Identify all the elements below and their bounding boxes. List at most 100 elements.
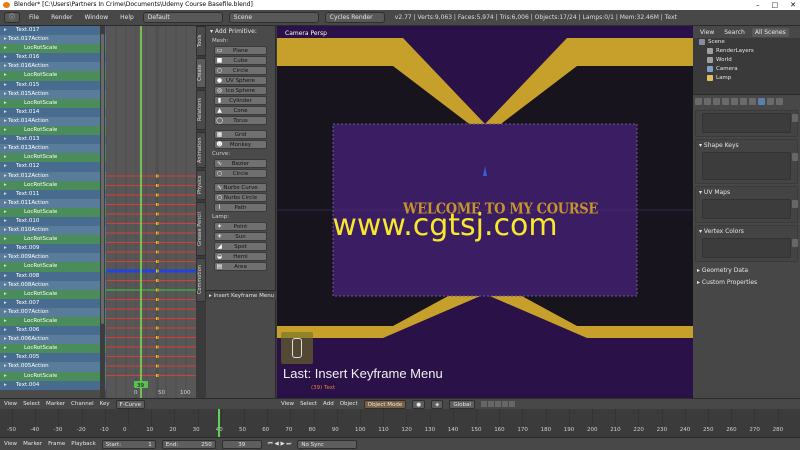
- scene-tab-icon[interactable]: [713, 98, 720, 105]
- timeline[interactable]: -50-40-30-20-100102030405060708090100110…: [0, 409, 800, 437]
- data-tab-icon[interactable]: [758, 98, 765, 105]
- uv-maps-list[interactable]: [702, 199, 798, 219]
- channel-action-row[interactable]: ▸Text.006Action🔒︎: [0, 335, 106, 345]
- outliner-item-scene[interactable]: Scene: [693, 38, 800, 47]
- add-bezier-button[interactable]: ∿ Bezier: [214, 159, 267, 168]
- channel-group-row[interactable]: ▸LocRotScale🔒︎: [0, 71, 106, 81]
- expand-icon[interactable]: ▸: [4, 108, 7, 117]
- tool-tab-commotion[interactable]: Commotion: [196, 258, 206, 302]
- tl-menu-frame[interactable]: Frame: [48, 441, 65, 447]
- channel-object-row[interactable]: ▸Text.014🔒︎: [0, 107, 106, 117]
- constraints-tab-icon[interactable]: [740, 98, 747, 105]
- expand-icon[interactable]: ▸: [4, 208, 7, 217]
- tool-tab-grease-pencil[interactable]: Grease Pencil: [196, 202, 206, 256]
- shape-keys-title[interactable]: ▾ Shape Keys: [696, 140, 797, 150]
- timeline-playhead[interactable]: [218, 409, 221, 437]
- geometry-data-panel[interactable]: ▸ Geometry Data: [693, 264, 800, 276]
- ds-menu-select[interactable]: Select: [23, 401, 40, 407]
- vertex-colors-list[interactable]: [702, 238, 798, 258]
- channel-object-row[interactable]: ▸Text.007🔒︎: [0, 298, 106, 308]
- add-nurbs-circle-button[interactable]: ○ Nurbs Circle: [214, 193, 267, 202]
- expand-icon[interactable]: ▸: [4, 117, 7, 126]
- add-area-button[interactable]: ▤ Area: [214, 262, 267, 271]
- channel-group-row[interactable]: ▸LocRotScale🔒︎: [0, 317, 106, 327]
- ds-menu-marker[interactable]: Marker: [46, 401, 65, 407]
- add-uv-sphere-button[interactable]: ● UV Sphere: [214, 76, 267, 85]
- scene-selector[interactable]: Scene: [228, 12, 319, 23]
- add-grid-button[interactable]: ▦ Grid: [214, 130, 267, 139]
- channel-group-row[interactable]: ▸LocRotScale🔒︎: [0, 207, 106, 217]
- channel-object-row[interactable]: ▸Text.004🔒︎: [0, 380, 106, 390]
- uv-maps-title[interactable]: ▾ UV Maps: [696, 187, 797, 197]
- add-sun-button[interactable]: ☀ Sun: [214, 232, 267, 241]
- texture-tab-icon[interactable]: [776, 98, 783, 105]
- expand-icon[interactable]: ▸: [4, 44, 7, 53]
- expand-icon[interactable]: ▸: [4, 144, 7, 153]
- channel-action-row[interactable]: ▸Text.015Action🔒︎: [0, 89, 106, 99]
- channel-group-row[interactable]: ▸LocRotScale🔒︎: [0, 344, 106, 354]
- outliner-item-world[interactable]: World: [693, 56, 800, 65]
- start-frame-field[interactable]: Start: 1: [101, 439, 156, 449]
- add-monkey-button[interactable]: ☻ Monkey: [214, 140, 267, 149]
- ds-menu-view[interactable]: View: [4, 401, 17, 407]
- vertex-groups-list[interactable]: [702, 113, 798, 133]
- expand-icon[interactable]: ▸: [4, 199, 7, 208]
- vp-menu-object[interactable]: Object: [340, 401, 358, 407]
- add-primitive-title[interactable]: ▾ Add Primitive:: [206, 26, 275, 37]
- expand-icon[interactable]: ▸: [4, 290, 7, 299]
- render-tab-icon[interactable]: [695, 98, 702, 105]
- add-point-button[interactable]: ✶ Point: [214, 222, 267, 231]
- channel-group-row[interactable]: ▸LocRotScale🔒︎: [0, 98, 106, 108]
- expand-icon[interactable]: ▸: [4, 226, 7, 235]
- expand-icon[interactable]: ▸: [4, 353, 7, 362]
- outliner-tab-search[interactable]: Search: [721, 28, 748, 37]
- add-hemi-button[interactable]: ◒ Hemi: [214, 252, 267, 261]
- outliner-tab-all-scenes[interactable]: All Scenes: [751, 27, 789, 37]
- channel-action-row[interactable]: ▸Text.005Action🔒︎: [0, 362, 106, 372]
- channel-group-row[interactable]: ▸LocRotScale🔒︎: [0, 262, 106, 272]
- tool-tab-physics[interactable]: Physics: [196, 170, 206, 200]
- outliner-item-camera[interactable]: Camera: [693, 65, 800, 74]
- add-cube-button[interactable]: ■ Cube: [214, 56, 267, 65]
- expand-icon[interactable]: ▸: [4, 99, 7, 108]
- sync-selector[interactable]: No Sync: [297, 439, 358, 449]
- menu-help[interactable]: Help: [117, 14, 137, 21]
- channel-object-row[interactable]: ▸Text.006🔒︎: [0, 326, 106, 336]
- channel-object-row[interactable]: ▸Text.016🔒︎: [0, 53, 106, 63]
- expand-icon[interactable]: ▸: [4, 344, 7, 353]
- outliner-tab-view[interactable]: View: [697, 28, 717, 37]
- menu-file[interactable]: File: [26, 14, 42, 21]
- pivot-selector[interactable]: ◈: [431, 399, 444, 409]
- layer-buttons[interactable]: [480, 401, 515, 407]
- ds-menu-channel[interactable]: Channel: [71, 401, 94, 407]
- shape-keys-list[interactable]: [702, 152, 798, 180]
- add-ico-sphere-button[interactable]: ◎ Ico Sphere: [214, 86, 267, 95]
- channel-object-row[interactable]: ▸Text.011🔒︎: [0, 189, 106, 199]
- expand-icon[interactable]: ▸: [4, 272, 7, 281]
- camera-widget[interactable]: [281, 332, 313, 364]
- screen-layout-selector[interactable]: Default: [142, 12, 223, 23]
- tl-menu-marker[interactable]: Marker: [23, 441, 42, 447]
- redo-panel-title[interactable]: ▸ Insert Keyframe Menu: [206, 290, 276, 300]
- channel-group-row[interactable]: ▸LocRotScale🔒︎: [0, 289, 106, 299]
- close-icon[interactable]: ✕: [790, 0, 796, 10]
- tl-menu-playback[interactable]: Playback: [71, 441, 96, 447]
- expand-icon[interactable]: ▸: [4, 326, 7, 335]
- custom-properties-panel[interactable]: ▸ Custom Properties: [693, 276, 800, 288]
- render-engine-selector[interactable]: Cycles Render: [324, 12, 385, 23]
- expand-icon[interactable]: ▸: [4, 71, 7, 80]
- expand-icon[interactable]: ▸: [4, 26, 7, 35]
- expand-icon[interactable]: ▸: [4, 190, 7, 199]
- current-frame-field[interactable]: 39: [221, 439, 262, 449]
- channel-object-row[interactable]: ▸Text.005🔒︎: [0, 353, 106, 363]
- add-plane-button[interactable]: ▭ Plane: [214, 46, 267, 55]
- playback-controls[interactable]: ⏮ ◀ ▶ ⏭: [268, 441, 292, 448]
- channel-action-row[interactable]: ▸Text.010Action🔒︎: [0, 226, 106, 236]
- channel-action-row[interactable]: ▸Text.011Action🔒︎: [0, 198, 106, 208]
- channel-action-row[interactable]: ▸Text.014Action🔒︎: [0, 116, 106, 127]
- channel-action-row[interactable]: ▸Text.013Action🔒︎: [0, 144, 106, 154]
- expand-icon[interactable]: ▸: [4, 62, 7, 71]
- channel-group-row[interactable]: ▸LocRotScale🔒︎: [0, 44, 106, 54]
- channel-object-row[interactable]: ▸Text.017🔒︎: [0, 26, 106, 36]
- expand-icon[interactable]: ▸: [4, 172, 7, 181]
